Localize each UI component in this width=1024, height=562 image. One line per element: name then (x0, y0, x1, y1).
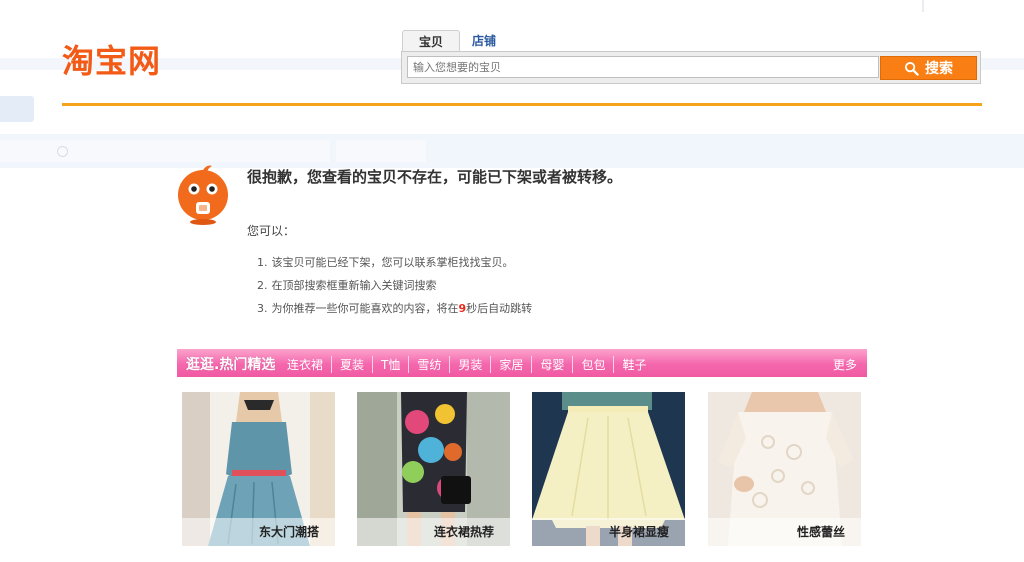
error-title: 很抱歉，您查看的宝贝不存在，可能已下架或者被转移。 (247, 168, 623, 186)
product-caption: 性感蕾丝 (708, 518, 861, 546)
taobao-mascot-icon (178, 165, 228, 225)
ghost-radio (57, 146, 68, 157)
product-caption: 半身裙显瘦 (532, 518, 685, 546)
search-input[interactable] (407, 56, 879, 78)
product-caption: 东大门潮搭 (182, 518, 335, 546)
suggestion-list: 1. 该宝贝可能已经下架，您可以联系掌柜找找宝贝。 2. 在顶部搜索框重新输入关键词… (257, 255, 532, 324)
ghost-field (0, 140, 330, 162)
category-link-menswear[interactable]: 男装 (449, 356, 490, 373)
list-item-text: 秒后自动跳转 (466, 302, 533, 315)
product-card[interactable]: 连衣裙热荐 (357, 392, 510, 546)
product-card[interactable]: 性感蕾丝 (708, 392, 861, 546)
category-links: 连衣裙 夏装 T恤 雪纺 男装 家居 母婴 包包 鞋子 (287, 356, 654, 373)
list-item-text: 该宝贝可能已经下架，您可以联系掌柜找找宝贝。 (271, 256, 514, 269)
taobao-logo[interactable]: 淘宝网 (62, 36, 161, 82)
tab-items[interactable]: 宝贝 (402, 30, 460, 53)
hot-picks-bar: 逛逛.热门精选 连衣裙 夏装 T恤 雪纺 男装 家居 母婴 包包 鞋子 更多 (177, 349, 867, 377)
list-item-text: 在顶部搜索框重新输入关键词搜索 (271, 279, 437, 292)
header-divider (62, 103, 982, 106)
product-card[interactable]: 半身裙显瘦 (532, 392, 685, 546)
ghost-field (336, 140, 426, 162)
more-link[interactable]: 更多 (833, 356, 857, 373)
search-button[interactable]: 搜索 (880, 56, 977, 80)
list-item: 3. 为你推荐一些你可能喜欢的内容，将在9秒后自动跳转 (257, 301, 532, 324)
category-link-baby[interactable]: 母婴 (531, 356, 572, 373)
search-box: 搜索 (401, 51, 981, 84)
category-link-bags[interactable]: 包包 (572, 356, 613, 373)
ghost-pill (0, 96, 34, 122)
suggestions-label: 您可以： (247, 224, 296, 238)
search-area: 宝贝 店铺 搜索 (401, 30, 981, 84)
redirect-countdown: 9 (458, 302, 467, 315)
hot-picks-title: 逛逛.热门精选 (186, 357, 276, 373)
category-link-shoes[interactable]: 鞋子 (613, 356, 654, 373)
tab-shops[interactable]: 店铺 (461, 30, 507, 52)
category-link-chiffon[interactable]: 雪纺 (408, 356, 449, 373)
list-item-number: 3. (257, 302, 268, 315)
list-item-text: 为你推荐一些你可能喜欢的内容，将在 (271, 302, 459, 315)
list-item: 1. 该宝贝可能已经下架，您可以联系掌柜找找宝贝。 (257, 255, 532, 278)
category-link-home[interactable]: 家居 (490, 356, 531, 373)
product-card[interactable]: 东大门潮搭 (182, 392, 335, 546)
list-item-number: 1. (257, 256, 268, 269)
list-item-number: 2. (257, 279, 268, 292)
search-button-label: 搜索 (925, 61, 953, 77)
category-link-tshirt[interactable]: T恤 (372, 356, 408, 373)
category-link-dresses[interactable]: 连衣裙 (287, 356, 331, 373)
list-item: 2. 在顶部搜索框重新输入关键词搜索 (257, 278, 532, 301)
search-icon (904, 61, 919, 76)
category-link-summer[interactable]: 夏装 (331, 356, 372, 373)
product-caption: 连衣裙热荐 (357, 518, 510, 546)
ghost-divider (922, 0, 924, 12)
